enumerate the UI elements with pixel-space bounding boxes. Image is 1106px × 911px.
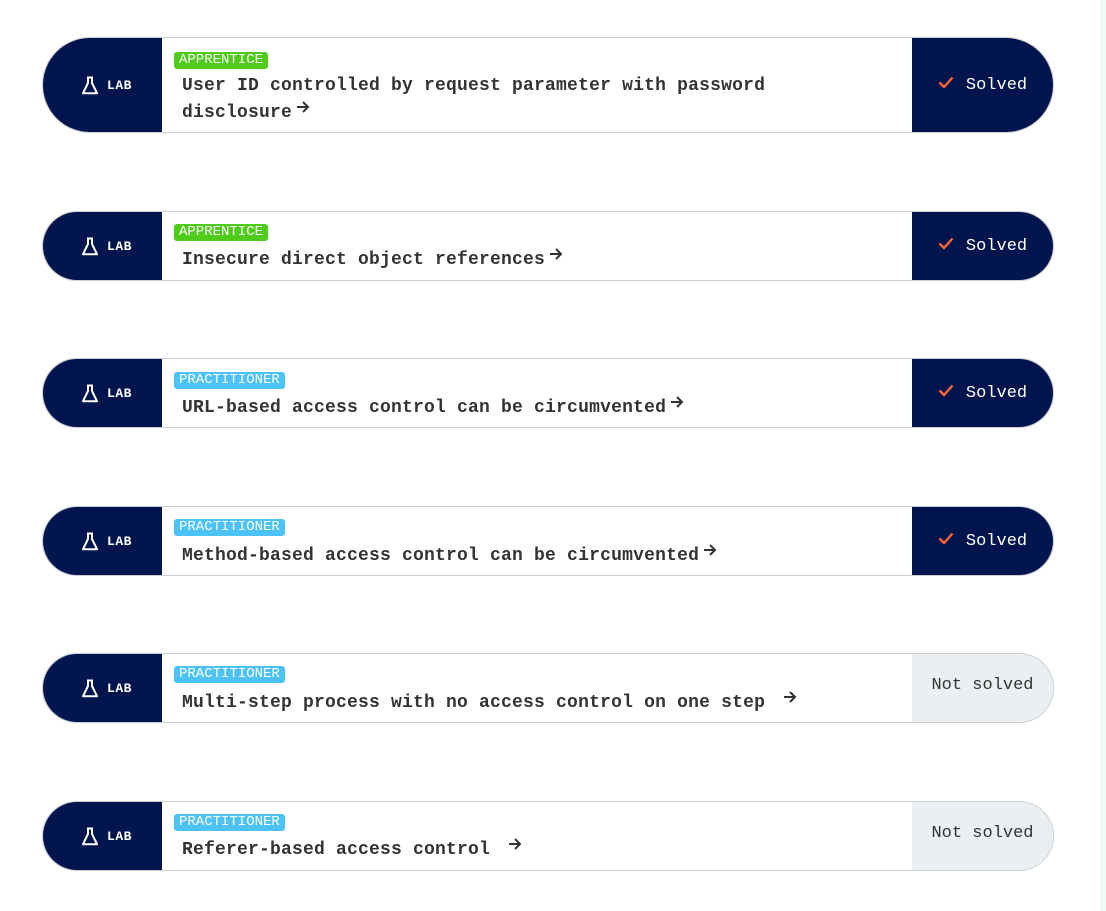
arrow-right-icon (296, 97, 310, 123)
lab-tag: LAB (43, 212, 162, 280)
flask-icon (81, 384, 99, 403)
status-badge: Not solved (912, 654, 1053, 722)
flask-icon (81, 679, 99, 698)
level-badge: PRACTITIONER (174, 666, 285, 683)
lab-card-6[interactable]: LAB PRACTITIONER Referer-based access co… (42, 801, 1054, 871)
lab-title-link[interactable]: Referer-based access control (182, 836, 872, 863)
arrow-right-icon (703, 540, 717, 566)
status-badge: Solved (912, 38, 1053, 132)
lab-title: Method-based access control can be circu… (182, 545, 700, 566)
lab-tag: LAB (43, 359, 162, 427)
checkmark-icon (938, 237, 954, 256)
status-label: Not solved (931, 676, 1034, 695)
lab-tag: LAB (43, 802, 162, 870)
flask-icon (81, 76, 99, 95)
lab-title: URL-based access control can be circumve… (182, 397, 667, 418)
flask-icon (81, 827, 99, 846)
status-label: Solved (965, 383, 1028, 403)
arrow-right-icon (549, 244, 563, 270)
status-label: Solved (965, 531, 1028, 551)
lab-tag-label: LAB (107, 680, 132, 696)
level-badge: PRACTITIONER (174, 372, 285, 389)
lab-tag-label: LAB (107, 828, 132, 844)
flask-icon (81, 237, 99, 256)
status-label: Solved (965, 236, 1028, 256)
lab-card-4[interactable]: LAB PRACTITIONER Method-based access con… (42, 506, 1054, 576)
lab-body: PRACTITIONER URL-based access control ca… (162, 359, 912, 427)
status-label: Solved (965, 75, 1028, 95)
lab-body: APPRENTICE Insecure direct object refere… (162, 212, 912, 280)
lab-card-2[interactable]: LAB APPRENTICE Insecure direct object re… (42, 211, 1054, 281)
lab-title-link[interactable]: Multi-step process with no access contro… (182, 689, 872, 716)
lab-title: Referer-based access control (182, 839, 491, 860)
lab-title-link[interactable]: Method-based access control can be circu… (182, 542, 872, 569)
level-badge: PRACTITIONER (174, 814, 285, 831)
lab-card-1[interactable]: LAB APPRENTICE User ID controlled by req… (42, 37, 1054, 133)
checkmark-icon (938, 76, 954, 95)
lab-title: Multi-step process with no access contro… (182, 692, 766, 713)
lab-tag: LAB (43, 654, 162, 722)
lab-tag: LAB (43, 38, 162, 132)
checkmark-icon (938, 384, 954, 403)
lab-tag-label: LAB (107, 77, 132, 93)
lab-body: PRACTITIONER Multi-step process with no … (162, 654, 912, 722)
lab-tag: LAB (43, 507, 162, 575)
arrow-right-icon (783, 687, 797, 713)
arrow-right-icon (508, 834, 522, 860)
status-badge: Not solved (912, 802, 1053, 870)
lab-body: APPRENTICE User ID controlled by request… (162, 38, 912, 132)
status-badge: Solved (912, 212, 1053, 280)
lab-title-link[interactable]: Insecure direct object references (182, 246, 872, 273)
level-badge: PRACTITIONER (174, 519, 285, 536)
lab-body: PRACTITIONER Referer-based access contro… (162, 802, 912, 870)
lab-tag-label: LAB (107, 533, 132, 549)
arrow-right-icon (670, 392, 684, 418)
lab-title-link[interactable]: URL-based access control can be circumve… (182, 394, 872, 421)
lab-body: PRACTITIONER Method-based access control… (162, 507, 912, 575)
status-badge: Solved (912, 359, 1053, 427)
lab-card-3[interactable]: LAB PRACTITIONER URL-based access contro… (42, 358, 1054, 428)
status-label: Not solved (931, 824, 1034, 843)
level-badge: APPRENTICE (174, 224, 269, 241)
status-badge: Solved (912, 507, 1053, 575)
level-badge: APPRENTICE (174, 52, 269, 69)
lab-title-link[interactable]: User ID controlled by request parameter … (182, 73, 872, 126)
lab-tag-label: LAB (107, 385, 132, 401)
checkmark-icon (938, 532, 954, 551)
lab-title: Insecure direct object references (182, 249, 546, 270)
lab-card-5[interactable]: LAB PRACTITIONER Multi-step process with… (42, 653, 1054, 723)
page-scroll-edge (1100, 0, 1106, 911)
lab-tag-label: LAB (107, 238, 132, 254)
flask-icon (81, 532, 99, 551)
lab-title: User ID controlled by request parameter … (182, 76, 766, 123)
